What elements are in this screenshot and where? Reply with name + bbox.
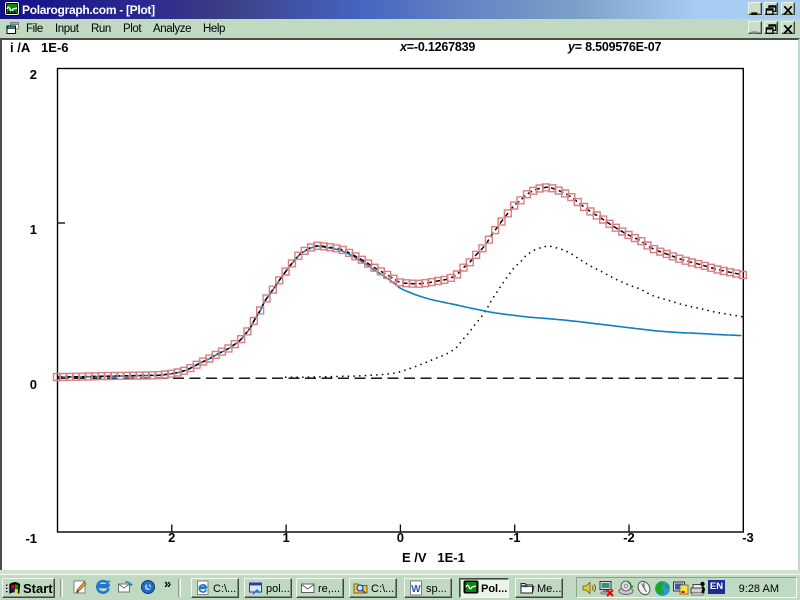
svg-text:i /A 1E-6: i /A 1E-6 (10, 40, 69, 55)
svg-text:1: 1 (282, 530, 289, 545)
svg-text:-2: -2 (623, 530, 635, 545)
svg-text:W: W (411, 584, 421, 595)
svg-text:0: 0 (30, 377, 37, 392)
svg-text:2: 2 (30, 67, 37, 82)
svg-text:x=-0.1267839: x=-0.1267839 (399, 40, 475, 54)
svg-text:-3: -3 (742, 530, 754, 545)
svg-text:1: 1 (30, 222, 37, 237)
svg-text:0: 0 (397, 530, 404, 545)
svg-text:-1: -1 (25, 531, 37, 546)
svg-text:E /V 1E-1: E /V 1E-1 (402, 550, 465, 565)
svg-text:-1: -1 (509, 530, 521, 545)
svg-text:2: 2 (168, 530, 175, 545)
svg-text:y= 8.509576E-07: y= 8.509576E-07 (567, 40, 662, 54)
